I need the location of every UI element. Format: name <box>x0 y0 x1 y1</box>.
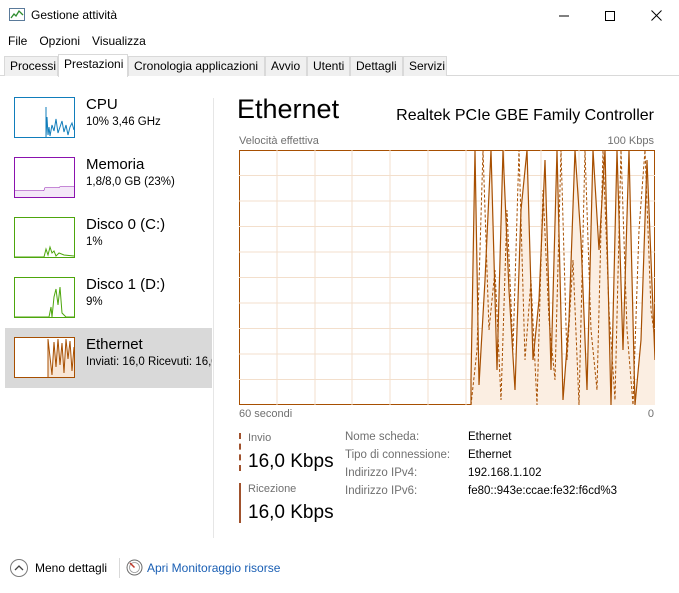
graph-x-right-label: 0 <box>647 408 654 420</box>
tab-services[interactable]: Servizi <box>403 56 447 76</box>
sidebar-item-ethernet[interactable]: Ethernet Inviati: 16,0 Ricevuti: 16,0 Kb… <box>5 328 212 388</box>
sidebar-item-memory-label: Memoria <box>86 156 145 173</box>
graph-x-left-label: 60 secondi <box>239 408 293 420</box>
performance-sidebar: CPU 10% 3,46 GHz Memoria 1,8/8,0 GB (23%… <box>0 88 214 538</box>
prop-adapter-name-label: Nome scheda: <box>345 431 420 443</box>
sidebar-item-disk0-label: Disco 0 (C:) <box>86 216 166 233</box>
sidebar-item-disk1-label: Disco 1 (D:) <box>86 276 166 293</box>
window-title: Gestione attività <box>31 8 118 22</box>
receive-legend-marker <box>239 483 241 523</box>
disk0-thumbnail-graph <box>14 217 75 258</box>
sidebar-item-disk0[interactable]: Disco 0 (C:) 1% <box>5 208 212 268</box>
graph-label: Velocità effettiva <box>239 135 319 147</box>
prop-ipv6-value: fe80::943e:ccae:fe32:f6cd%3 <box>468 485 617 497</box>
sidebar-item-memory[interactable]: Memoria 1,8/8,0 GB (23%) <box>5 148 212 208</box>
minimize-icon <box>559 15 569 16</box>
graph-max-label: 100 Kbps <box>607 135 654 147</box>
close-button[interactable] <box>633 0 679 31</box>
minimize-button[interactable] <box>541 0 587 31</box>
tab-details[interactable]: Dettagli <box>350 56 403 76</box>
tab-app-history[interactable]: Cronologia applicazioni <box>128 56 265 76</box>
memory-thumbnail-graph <box>14 157 75 198</box>
maximize-button[interactable] <box>587 0 633 31</box>
menu-bar: File Opzioni Visualizza <box>0 32 679 52</box>
send-label: Invio <box>248 432 272 444</box>
footer-divider <box>119 558 120 578</box>
sidebar-item-memory-value: 1,8/8,0 GB (23%) <box>86 176 175 188</box>
sidebar-item-disk1-value: 9% <box>86 296 103 308</box>
menu-file[interactable]: File <box>4 32 31 52</box>
tab-performance[interactable]: Prestazioni <box>58 54 128 77</box>
page-title: Ethernet <box>237 94 340 124</box>
panel-divider <box>213 98 214 538</box>
chevron-up-icon[interactable] <box>9 558 29 578</box>
menu-view[interactable]: Visualizza <box>88 32 150 52</box>
sidebar-item-disk1[interactable]: Disco 1 (D:) 9% <box>5 268 212 328</box>
menu-options[interactable]: Opzioni <box>35 32 84 52</box>
resource-monitor-icon[interactable] <box>126 559 143 576</box>
prop-ipv4-label: Indirizzo IPv4: <box>345 467 418 479</box>
sidebar-item-ethernet-value: Inviati: 16,0 Ricevuti: 16,0 Kbps <box>86 356 212 368</box>
receive-label: Ricezione <box>248 483 297 495</box>
cpu-thumbnail-graph <box>14 97 75 138</box>
tab-startup[interactable]: Avvio <box>265 56 307 76</box>
sidebar-item-cpu-value: 10% 3,46 GHz <box>86 116 161 128</box>
disk1-thumbnail-graph <box>14 277 75 318</box>
less-details-button[interactable]: Meno dettagli <box>35 561 107 575</box>
send-value: 16,0 Kbps <box>248 451 334 472</box>
maximize-icon <box>605 10 615 21</box>
title-bar: Gestione attività <box>0 0 679 31</box>
prop-connection-type-value: Ethernet <box>468 449 512 461</box>
sidebar-item-cpu-label: CPU <box>86 96 118 113</box>
prop-adapter-name-value: Ethernet <box>468 431 512 443</box>
send-legend-marker <box>239 433 241 471</box>
sidebar-item-disk0-value: 1% <box>86 236 103 248</box>
close-icon <box>650 10 662 21</box>
open-resource-monitor-link[interactable]: Apri Monitoraggio risorse <box>147 561 280 575</box>
throughput-graph <box>239 150 655 405</box>
tab-processes[interactable]: Processi <box>4 56 58 76</box>
tab-bar: Processi Prestazioni Cronologia applicaz… <box>0 54 679 77</box>
sidebar-item-cpu[interactable]: CPU 10% 3,46 GHz <box>5 88 212 148</box>
task-manager-icon <box>9 8 25 21</box>
prop-ipv4-value: 192.168.1.102 <box>468 467 542 479</box>
prop-ipv6-label: Indirizzo IPv6: <box>345 485 418 497</box>
receive-value: 16,0 Kbps <box>248 502 334 523</box>
tab-users[interactable]: Utenti <box>307 56 350 76</box>
ethernet-thumbnail-graph <box>14 337 75 378</box>
sidebar-item-ethernet-label: Ethernet <box>86 336 143 353</box>
footer-bar: Meno dettagli Apri Monitoraggio risorse <box>0 553 679 583</box>
adapter-name: Realtek PCIe GBE Family Controller <box>396 107 654 124</box>
prop-connection-type-label: Tipo di connessione: <box>345 449 451 461</box>
